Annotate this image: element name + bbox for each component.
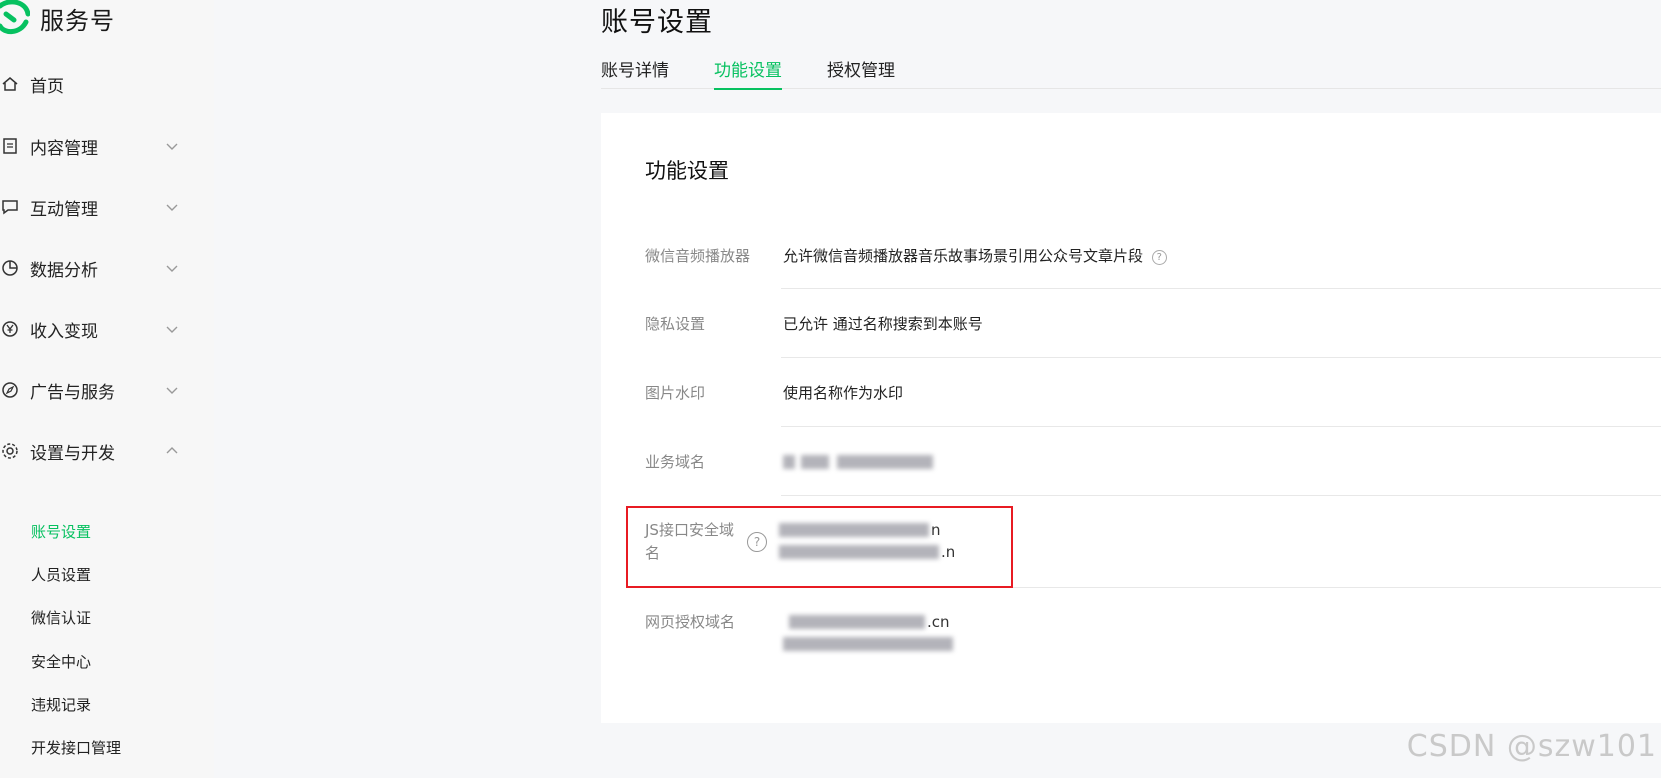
- sidebar-subitem-staff[interactable]: 人员设置: [31, 564, 91, 586]
- sidebar-subitem-security[interactable]: 安全中心: [31, 651, 91, 673]
- brand-name: 服务号: [40, 6, 115, 35]
- setting-label: 网页授权域名: [645, 613, 736, 631]
- setting-value: 使用名称作为水印: [783, 384, 904, 402]
- setting-label: 微信音频播放器: [645, 247, 751, 265]
- divider: [781, 288, 1661, 289]
- sidebar-item-label: 互动管理: [30, 199, 98, 220]
- sidebar-subitem-dev-api[interactable]: 开发接口管理: [31, 737, 121, 759]
- chevron-down-icon: [166, 204, 178, 211]
- tab-bar: 账号详情 功能设置 授权管理: [601, 52, 1661, 90]
- gear-icon: [0, 441, 20, 461]
- sidebar-subitem-account-settings[interactable]: 账号设置: [31, 521, 91, 543]
- setting-row-privacy: 隐私设置 已允许 通过名称搜索到本账号: [645, 313, 1661, 343]
- setting-value-text: 允许微信音频播放器音乐故事场景引用公众号文章片段: [783, 247, 1144, 265]
- setting-value: 已允许 通过名称搜索到本账号: [783, 315, 983, 333]
- sidebar-item-label: 广告与服务: [30, 382, 115, 403]
- chevron-down-icon: [166, 143, 178, 150]
- sidebar-subitem-violations[interactable]: 违规记录: [31, 694, 91, 716]
- document-icon: [0, 136, 20, 156]
- page-title: 账号设置: [601, 7, 713, 38]
- setting-label: 图片水印: [645, 384, 706, 402]
- sidebar-item-monetize[interactable]: 收入变现: [0, 313, 190, 345]
- sidebar-item-interaction[interactable]: 互动管理: [0, 191, 190, 223]
- divider: [781, 426, 1661, 427]
- setting-label: 业务域名: [645, 453, 706, 471]
- sidebar-item-analytics[interactable]: 数据分析: [0, 252, 190, 284]
- setting-row-watermark: 图片水印 使用名称作为水印: [645, 382, 1661, 412]
- tab-authorization[interactable]: 授权管理: [827, 56, 895, 88]
- sidebar-item-label: 数据分析: [30, 260, 98, 281]
- pie-chart-icon: [0, 258, 20, 278]
- sidebar-item-label: 内容管理: [30, 138, 98, 159]
- watermark: CSDN @szw101: [1406, 729, 1657, 764]
- sidebar-item-label: 设置与开发: [30, 443, 115, 464]
- home-icon: [0, 74, 20, 94]
- sidebar-subitem-verification[interactable]: 微信认证: [31, 607, 91, 629]
- tab-feature-settings[interactable]: 功能设置: [714, 56, 782, 90]
- sidebar-item-label: 首页: [30, 76, 64, 97]
- tab-account-details[interactable]: 账号详情: [601, 56, 669, 88]
- sidebar: 服务号 首页 内容管理 互动管理 数据分析 收入变现 广告与服务 设置与开发 账…: [0, 0, 214, 778]
- chevron-down-icon: [166, 387, 178, 394]
- chevron-down-icon: [166, 326, 178, 333]
- brand[interactable]: 服务号: [0, 0, 115, 36]
- chat-bubble-icon: [0, 197, 20, 217]
- setting-row-audio-player: 微信音频播放器 允许微信音频播放器音乐故事场景引用公众号文章片段 ?: [645, 245, 1661, 275]
- divider: [781, 495, 1661, 496]
- setting-value: 允许微信音频播放器音乐故事场景引用公众号文章片段 ?: [783, 245, 1167, 266]
- logo-icon: [0, 0, 31, 36]
- setting-row-oauth-domain: 网页授权域名 .cn: [645, 611, 1661, 671]
- setting-value-tail: .cn: [927, 613, 950, 631]
- setting-value-blurred: .cn: [783, 611, 953, 655]
- help-icon[interactable]: ?: [1151, 250, 1167, 265]
- sidebar-item-settings[interactable]: 设置与开发: [0, 435, 190, 467]
- sidebar-item-content[interactable]: 内容管理: [0, 130, 190, 162]
- sidebar-item-label: 收入变现: [30, 321, 98, 342]
- yen-icon: [0, 319, 20, 339]
- divider: [781, 357, 1661, 358]
- highlight-annotation-box: [626, 506, 1013, 588]
- setting-row-business-domain: 业务域名: [645, 451, 1661, 481]
- settings-card: 功能设置 微信音频播放器 允许微信音频播放器音乐故事场景引用公众号文章片段 ? …: [601, 113, 1661, 723]
- setting-label: 隐私设置: [645, 315, 706, 333]
- setting-value-blurred: [783, 451, 933, 473]
- compass-icon: [0, 380, 20, 400]
- sidebar-item-home[interactable]: 首页: [0, 68, 190, 100]
- card-title: 功能设置: [645, 159, 729, 183]
- chevron-up-icon: [166, 447, 178, 454]
- sidebar-item-ads[interactable]: 广告与服务: [0, 374, 190, 406]
- chevron-down-icon: [166, 265, 178, 272]
